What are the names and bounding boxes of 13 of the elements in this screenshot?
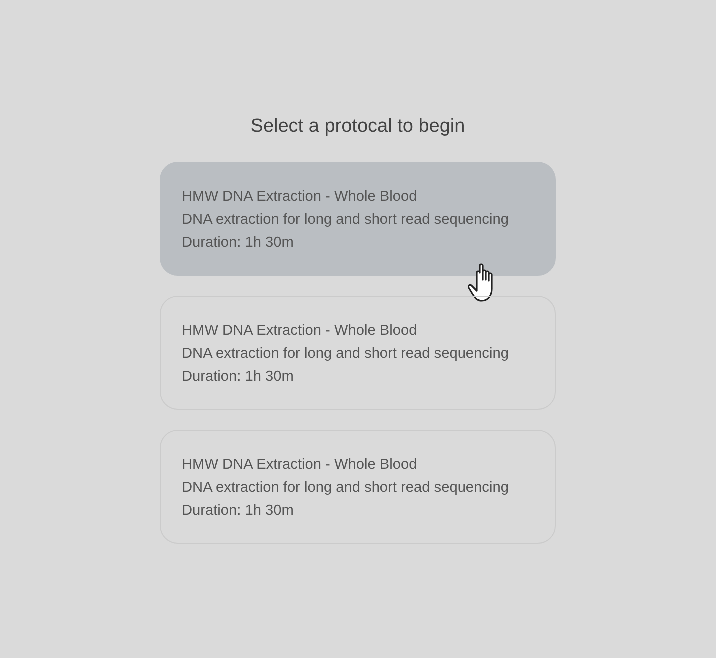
protocol-duration: Duration: 1h 30m — [182, 368, 295, 387]
protocol-card[interactable]: HMW DNA Extraction - Whole Blood DNA extraction for long and short read sequencing Duration: 1h 30m — [160, 162, 556, 276]
protocol-description: DNA extraction for long and short read sequencing — [182, 479, 510, 498]
protocol-title: HMW DNA Extraction - Whole Blood — [182, 456, 418, 475]
protocol-title: HMW DNA Extraction - Whole Blood — [182, 322, 418, 341]
protocol-title: HMW DNA Extraction - Whole Blood — [182, 188, 418, 207]
page-heading: Select a protocal to begin — [250, 115, 466, 139]
protocol-description: DNA extraction for long and short read sequencing — [182, 345, 510, 364]
protocol-duration: Duration: 1h 30m — [182, 502, 295, 521]
protocol-card[interactable]: HMW DNA Extraction - Whole Blood DNA extraction for long and short read sequencing Duration: 1h 30m — [160, 296, 556, 410]
protocol-description: DNA extraction for long and short read sequencing — [182, 211, 510, 230]
protocol-duration: Duration: 1h 30m — [182, 234, 295, 253]
protocol-card[interactable]: HMW DNA Extraction - Whole Blood DNA extraction for long and short read sequencing Duration: 1h 30m — [160, 430, 556, 544]
